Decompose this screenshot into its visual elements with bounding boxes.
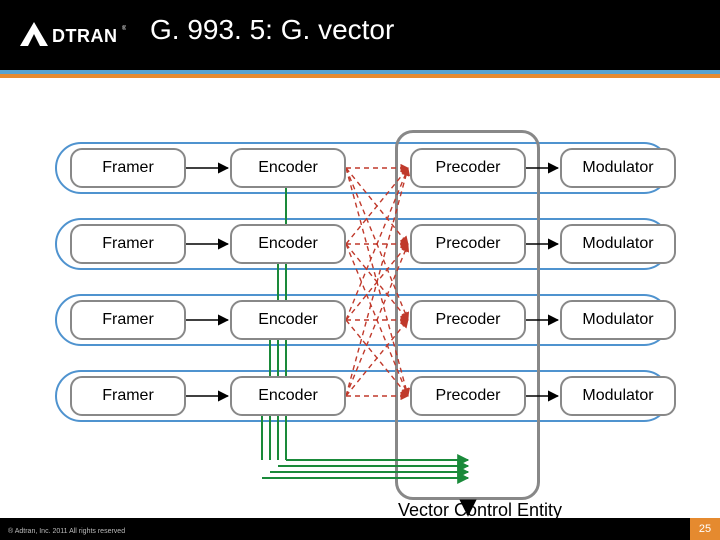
- framer-block: Framer: [70, 148, 186, 188]
- encoder-block: Encoder: [230, 148, 346, 188]
- adtran-logo: DTRAN ®: [18, 20, 126, 50]
- precoder-block: Precoder: [410, 376, 526, 416]
- modulator-block: Modulator: [560, 224, 676, 264]
- framer-block: Framer: [70, 224, 186, 264]
- framer-block: Framer: [70, 376, 186, 416]
- title-bar: DTRAN ® G. 993. 5: G. vector: [0, 0, 720, 78]
- precoder-block: Precoder: [410, 224, 526, 264]
- precoder-block: Precoder: [410, 300, 526, 340]
- modulator-block: Modulator: [560, 376, 676, 416]
- slide-footer: ® Adtran, Inc. 2011 All rights reserved …: [0, 518, 720, 540]
- framer-to-encoder: [186, 168, 228, 396]
- slide: DTRAN ® G. 993. 5: G. vector: [0, 0, 720, 540]
- svg-text:DTRAN: DTRAN: [52, 26, 118, 46]
- page-number: 25: [690, 518, 720, 540]
- encoder-block: Encoder: [230, 224, 346, 264]
- accent-stripe-orange: [0, 74, 720, 78]
- framer-block: Framer: [70, 300, 186, 340]
- copyright-text: ® Adtran, Inc. 2011 All rights reserved: [8, 528, 125, 535]
- precoder-block: Precoder: [410, 148, 526, 188]
- encoder-block: Encoder: [230, 300, 346, 340]
- encoder-block: Encoder: [230, 376, 346, 416]
- modulator-block: Modulator: [560, 300, 676, 340]
- svg-text:®: ®: [122, 25, 126, 32]
- modulator-block: Modulator: [560, 148, 676, 188]
- gvector-diagram: Framer Encoder Precoder Modulator Framer…: [0, 120, 720, 440]
- slide-title: G. 993. 5: G. vector: [150, 14, 690, 46]
